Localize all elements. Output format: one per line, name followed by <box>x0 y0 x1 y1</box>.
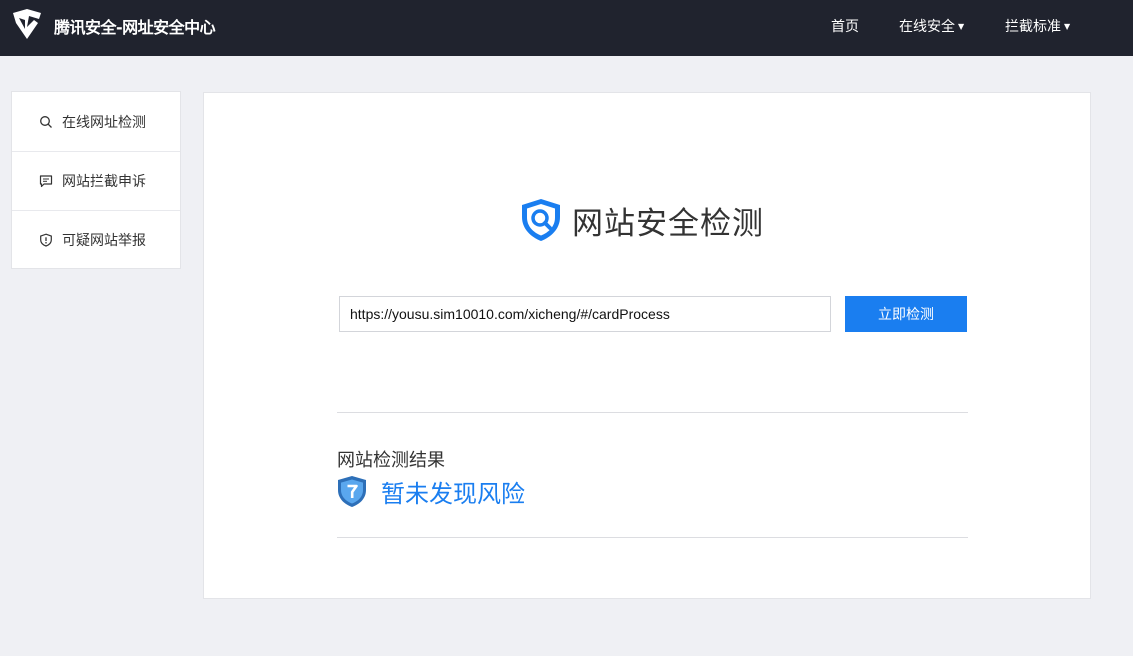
page-title-text: 网站安全检测 <box>572 205 764 242</box>
top-navbar: 腾讯安全-网址安全中心 首页 在线安全 ▼ 拦截标准 ▼ <box>0 0 1133 56</box>
nav-home[interactable]: 首页 <box>831 16 859 36</box>
sidebar-item-report[interactable]: 可疑网站举报 <box>12 210 180 269</box>
brand-title[interactable]: 腾讯安全-网址安全中心 <box>54 14 216 38</box>
sidebar-item-url-check[interactable]: 在线网址检测 <box>12 92 180 151</box>
check-now-button[interactable]: 立即检测 <box>845 296 967 332</box>
sidebar-item-appeal[interactable]: 网站拦截申诉 <box>12 151 180 210</box>
shield-safe-icon <box>338 475 366 507</box>
nav-online-security-label: 在线安全 <box>899 19 955 35</box>
result-label: 网站检测结果 <box>337 450 445 471</box>
tencent-security-logo-icon[interactable] <box>10 7 44 41</box>
sidebar: 在线网址检测 网站拦截申诉 可疑网站举报 <box>11 91 181 269</box>
page-title: 网站安全检测 <box>519 197 764 243</box>
shield-alert-icon <box>40 233 52 247</box>
divider <box>337 537 968 538</box>
divider <box>337 412 968 413</box>
sidebar-item-label: 网站拦截申诉 <box>62 174 146 190</box>
nav-block-standard[interactable]: 拦截标准 ▼ <box>1005 16 1070 36</box>
nav-block-standard-label: 拦截标准 <box>1005 19 1061 35</box>
url-input[interactable] <box>339 296 831 332</box>
search-icon <box>40 115 52 128</box>
sidebar-item-label: 在线网址检测 <box>62 114 146 131</box>
nav-home-label: 首页 <box>831 19 859 35</box>
caret-down-icon: ▼ <box>958 22 965 31</box>
shield-search-icon <box>522 199 560 241</box>
result-status-text: 暂未发现风险 <box>381 479 525 508</box>
sidebar-item-label: 可疑网站举报 <box>62 233 146 249</box>
message-icon <box>39 175 53 188</box>
caret-down-icon: ▼ <box>1064 22 1071 31</box>
result-row: 暂未发现风险 <box>337 474 525 508</box>
main-panel: 网站安全检测 立即检测 网站检测结果 暂未发现风险 <box>203 92 1091 599</box>
nav-online-security[interactable]: 在线安全 ▼ <box>899 16 964 36</box>
